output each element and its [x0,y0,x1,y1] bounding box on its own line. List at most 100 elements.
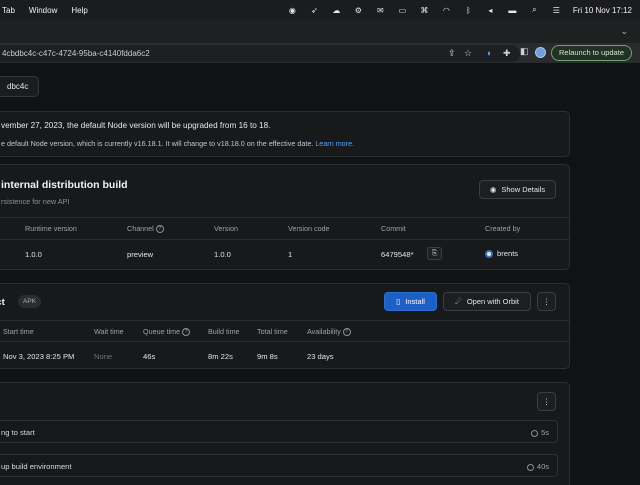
col-start-time: Start time [3,327,34,336]
version-value: 1.0.0 [214,250,231,259]
queue-time-value: 46s [143,352,156,361]
show-details-button[interactable]: ◉ Show Details [479,180,556,199]
runtime-version-value: 1.0.0 [25,250,42,259]
col-created-by: Created by [485,224,521,233]
puzzle-icon[interactable]: ✚ [503,48,511,59]
wifi-icon[interactable]: ◠ [441,6,452,15]
artifact-card: act APK ▯ Install ☄ Open with Orbit ⋮ St… [0,283,570,369]
help-icon[interactable]: ? [182,328,191,337]
status-area: ◉ ➶ ☁ ⚙ ✉ ▭ ⌘ ◠ ᛒ ◂ ▬ ⌕ ☰ Fri 10 Nov 17:… [287,0,632,20]
toolbar: 4cbdbc4c-c47c-4724-95ba-c4140fdda6c2 ⇪ ☆… [0,43,640,63]
col-commit: Commit [381,224,406,233]
user-avatar [485,250,493,258]
search-icon[interactable]: ⌕ [529,5,540,15]
share-icon[interactable]: ⇪ [448,48,456,59]
help-icon[interactable]: ? [155,225,164,234]
help-icon[interactable]: ? [342,328,351,337]
col-availability-label: Availability [307,327,341,336]
page-content: dbc4c vember 27, 2023, the default Node … [0,63,640,485]
cloud-icon[interactable]: ☁ [331,6,342,15]
apk-badge: APK [18,295,42,308]
more-vertical-icon: ⋮ [542,397,551,406]
bookmark-star-icon[interactable]: ☆ [464,48,472,59]
col-version: Version [214,224,238,233]
log-step-row[interactable]: up build environment 40s [0,454,558,477]
rocket-icon[interactable]: ➶ [309,6,320,15]
build-time-value: 8m 22s [208,352,233,361]
build-card: internal distribution build rsistence fo… [0,164,570,270]
channel-value[interactable]: preview [127,250,153,259]
battery-icon[interactable]: ▬ [507,6,518,15]
logs-more-options-button[interactable]: ⋮ [537,392,556,411]
open-with-orbit-button[interactable]: ☄ Open with Orbit [443,292,531,311]
created-by-name: brents [497,249,519,258]
relaunch-button[interactable]: Relaunch to update [550,45,632,61]
display-icon[interactable]: ▭ [397,6,408,15]
col-build-time: Build time [208,327,240,336]
commit-value[interactable]: 6479548* [381,250,414,259]
availability-value: 23 days [307,352,334,361]
log-step-row[interactable]: ng to start 5s [0,420,558,443]
divider [0,217,569,218]
col-channel-label: Channel [127,224,154,233]
log-step-name: up build environment [1,462,72,471]
total-time-value: 9m 8s [257,352,278,361]
created-by[interactable]: brents [485,249,518,258]
show-details-label: Show Details [501,185,546,194]
notice-line-2: e default Node version, which is current… [1,139,569,148]
more-options-button[interactable]: ⋮ [537,292,556,311]
menu-item-tab[interactable]: Tab [2,6,15,15]
divider [0,320,569,321]
learn-more-link[interactable]: Learn more. [315,139,354,148]
version-code-value: 1 [288,250,293,259]
copy-icon[interactable]: ⎘ [427,247,442,260]
col-version-code: Version code [288,224,330,233]
bluetooth-icon[interactable]: ᛒ [463,6,474,15]
log-step-duration: 40s [526,462,549,471]
col-queue-time-label: Queue time [143,327,181,336]
log-step-duration-value: 40s [536,462,549,471]
col-total-time: Total time [257,327,288,336]
menu-item-window[interactable]: Window [29,6,57,15]
profile-avatar[interactable] [535,47,546,58]
divider [0,341,569,342]
col-queue-time: Queue time? [143,327,191,337]
log-step-name: ng to start [1,428,35,437]
notice-line-1: vember 27, 2023, the default Node versio… [1,121,271,130]
url-text[interactable]: 4cbdbc4c-c47c-4724-95ba-c4140fdda6c2 [2,49,150,58]
install-button[interactable]: ▯ Install [384,292,437,311]
sidepanel-icon[interactable]: ◧ [520,46,529,57]
menu-item-help[interactable]: Help [71,6,87,15]
tab-search-chevron-icon[interactable]: ⌄ [620,26,628,37]
address-bar[interactable]: 4cbdbc4c-c47c-4724-95ba-c4140fdda6c2 ⇪ ☆… [0,45,520,62]
col-channel: Channel? [127,224,164,234]
record-icon[interactable]: ◉ [287,6,298,15]
log-step-duration: 5s [531,428,549,437]
gear-icon[interactable]: ⚙ [353,6,364,15]
gamepad-icon[interactable]: ⌘ [419,6,430,15]
more-vertical-icon: ⋮ [542,297,551,306]
build-id-pill[interactable]: dbc4c [0,76,40,97]
phone-icon: ▯ [396,297,401,306]
notice-line-2-text: e default Node version, which is current… [1,139,314,148]
clock-icon [531,429,539,437]
start-time-value: Nov 3, 2023 8:25 PM [3,352,75,361]
col-availability: Availability? [307,327,351,337]
menu-bar: Tab Window Help ◉ ➶ ☁ ⚙ ✉ ▭ ⌘ ◠ ᛒ ◂ ▬ ⌕ … [0,0,640,20]
open-with-orbit-label: Open with Orbit [466,297,519,306]
extension-icon[interactable]: ◖ [486,48,491,58]
tab-strip: ⌄ [0,20,640,43]
divider [0,239,569,240]
menubar-clock[interactable]: Fri 10 Nov 17:12 [573,6,632,15]
build-title: internal distribution build [1,179,128,191]
artifact-title: act [0,297,5,308]
control-center-icon[interactable]: ☰ [551,6,562,15]
col-runtime-version: Runtime version [25,224,77,233]
install-label: Install [405,297,425,306]
orbit-icon: ☄ [455,297,462,306]
wait-time-value: None [94,352,113,361]
node-version-notice: vember 27, 2023, the default Node versio… [0,111,570,157]
col-wait-time: Wait time [94,327,124,336]
volume-icon[interactable]: ◂ [485,6,496,15]
mail-icon[interactable]: ✉ [375,6,386,15]
